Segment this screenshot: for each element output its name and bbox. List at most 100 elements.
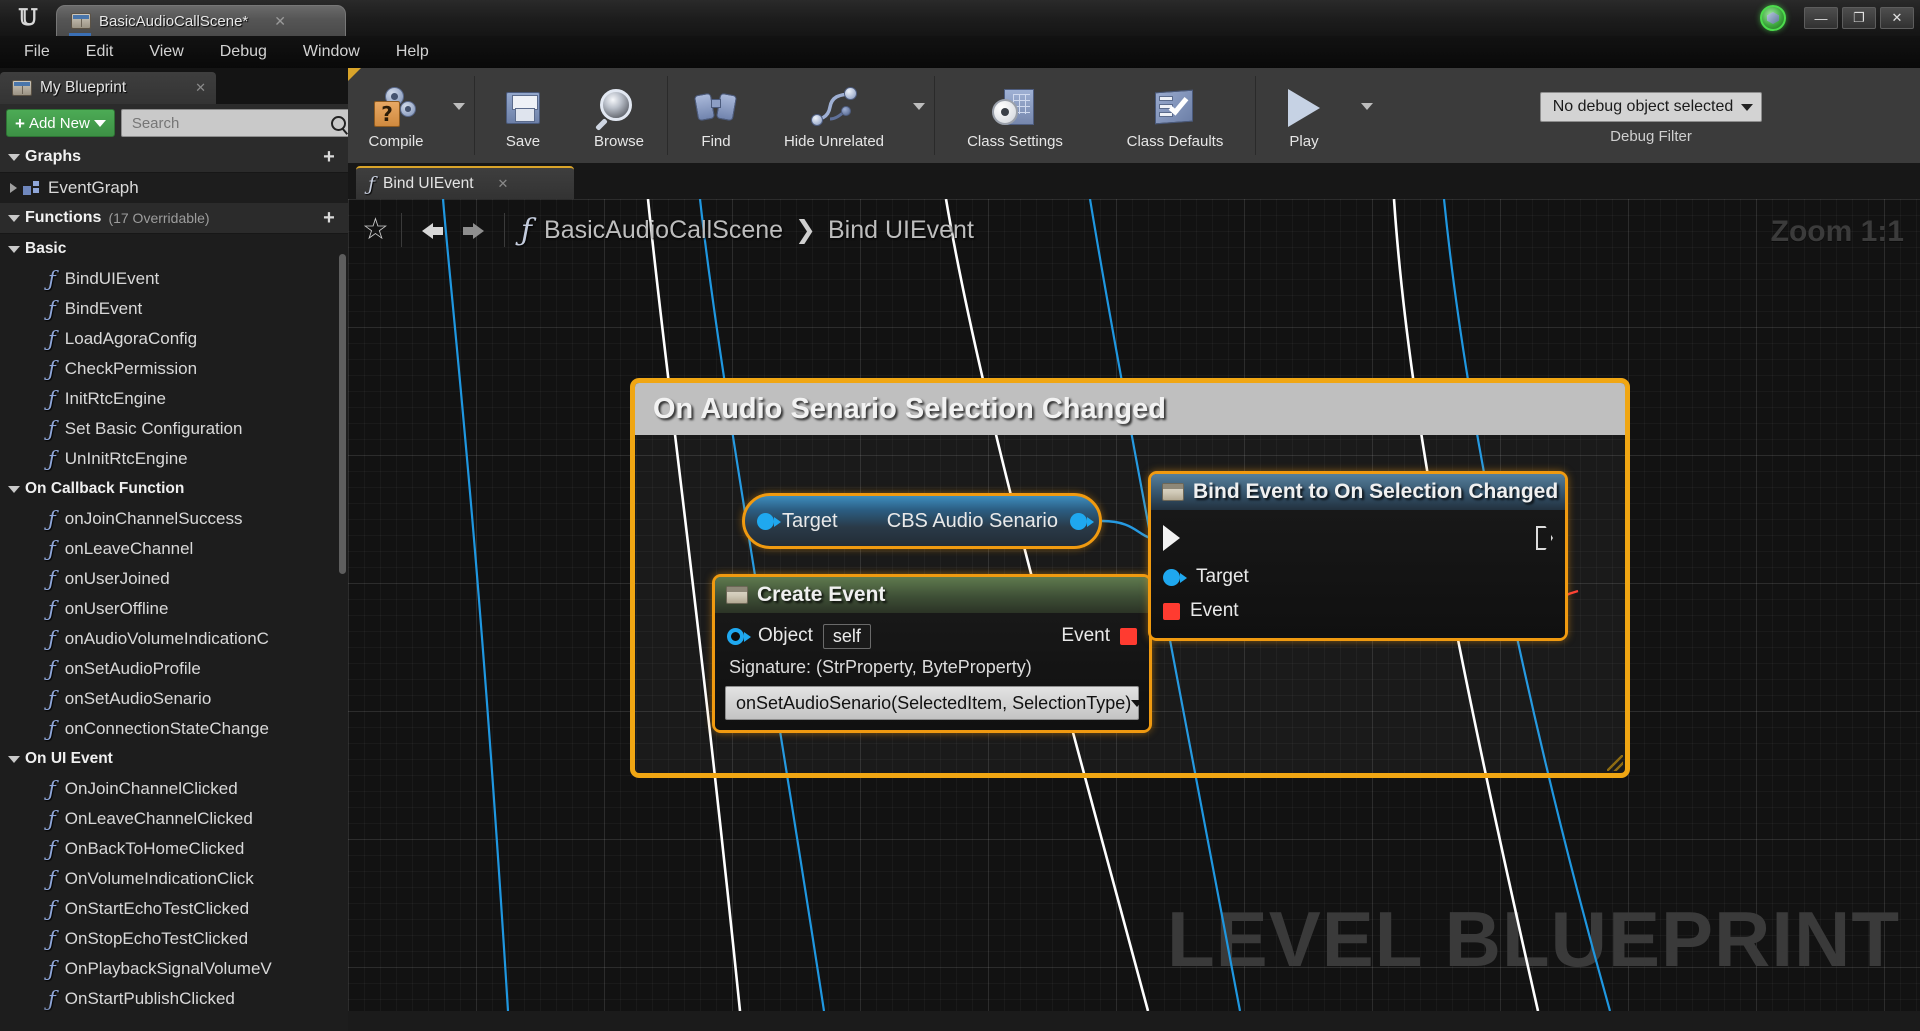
tree-function-uninitrtcengine[interactable]: ƒ UnInitRtcEngine: [0, 444, 348, 474]
add-new-button[interactable]: + Add New: [6, 109, 115, 137]
menu-item-edit[interactable]: Edit: [68, 39, 132, 65]
function-icon: ƒ: [48, 987, 56, 1011]
chevron-right-icon[interactable]: [10, 183, 17, 193]
tree-function-bindevent[interactable]: ƒ BindEvent: [0, 294, 348, 324]
nav-back-arrow-icon[interactable]: [414, 215, 452, 245]
document-tab[interactable]: BasicAudioCallScene* ✕: [56, 5, 346, 36]
search-input[interactable]: [131, 114, 331, 132]
event-graph-icon: [23, 181, 40, 195]
tree-function-onsetaudioprofile[interactable]: ƒ onSetAudioProfile: [0, 654, 348, 684]
menu-item-view[interactable]: View: [131, 39, 201, 65]
create-event-function-select[interactable]: onSetAudioSenario(SelectedItem, Selectio…: [725, 686, 1144, 720]
tree-function-onjoinchannelsuccess[interactable]: ƒ onJoinChannelSuccess: [0, 504, 348, 534]
event-node-icon: [1162, 483, 1184, 501]
tree-function-onleavechannel[interactable]: ƒ onLeaveChannel: [0, 534, 348, 564]
node-output-pin-value[interactable]: CBS Audio Senario: [887, 510, 1094, 533]
function-icon: ƒ: [48, 957, 56, 981]
save-button[interactable]: Save: [475, 68, 571, 163]
debug-object-select[interactable]: No debug object selected: [1539, 92, 1763, 122]
breadcrumb-current[interactable]: Bind UIEvent: [828, 216, 974, 245]
close-icon[interactable]: ✕: [274, 13, 286, 30]
tree-function-loadagoraconfig[interactable]: ƒ LoadAgoraConfig: [0, 324, 348, 354]
tree-function-set-basic-configuration[interactable]: ƒ Set Basic Configuration: [0, 414, 348, 444]
menu-item-window[interactable]: Window: [285, 39, 378, 65]
close-icon[interactable]: ✕: [195, 80, 206, 96]
object-pin-icon[interactable]: [727, 627, 751, 645]
bookmark-star-icon[interactable]: ☆: [362, 215, 389, 245]
tree-function-onbacktohomeclicked[interactable]: ƒ OnBackToHomeClicked: [0, 834, 348, 864]
tree-function-onleavechannelclicked[interactable]: ƒ OnLeaveChannelClicked: [0, 804, 348, 834]
tree-item-eventgraph[interactable]: EventGraph: [0, 173, 348, 203]
add-icon[interactable]: +: [318, 207, 340, 229]
compile-label: Compile: [368, 133, 424, 150]
chevron-down-icon: [8, 214, 20, 222]
compile-dropdown-arrow[interactable]: [444, 68, 474, 163]
delegate-pin-icon[interactable]: [1120, 627, 1137, 645]
tree-function-onaudiovolumeindicationc[interactable]: ƒ onAudioVolumeIndicationC: [0, 624, 348, 654]
tab-bind-uievent[interactable]: ƒ Bind UIEvent ✕: [356, 166, 574, 199]
menu-item-debug[interactable]: Debug: [202, 39, 285, 65]
add-icon[interactable]: +: [318, 146, 340, 168]
nav-forward-arrow-icon[interactable]: [454, 215, 492, 245]
restore-button[interactable]: ❐: [1842, 7, 1876, 29]
add-new-label: Add New: [28, 114, 90, 132]
tree-category-on-ui-event[interactable]: On UI Event: [0, 744, 348, 774]
hide-unrelated-button[interactable]: Hide Unrelated: [764, 68, 904, 163]
function-icon: ƒ: [48, 417, 56, 441]
tree-function-onjoinchannelclicked[interactable]: ƒ OnJoinChannelClicked: [0, 774, 348, 804]
tree-function-binduievent[interactable]: ƒ BindUIEvent: [0, 264, 348, 294]
tree-function-checkpermission[interactable]: ƒ CheckPermission: [0, 354, 348, 384]
comment-resize-handle[interactable]: [1607, 755, 1623, 771]
blueprint-tree[interactable]: Graphs + EventGraph Functions (17 Overridabl…: [0, 142, 348, 1031]
node-create-event[interactable]: Create Event Object self Event Signature…: [712, 574, 1152, 733]
tree-function-onsetaudiosenario[interactable]: ƒ onSetAudioSenario: [0, 684, 348, 714]
tab-my-blueprint[interactable]: My Blueprint ✕: [0, 72, 216, 104]
unreal-status-orb-icon[interactable]: [1760, 5, 1786, 31]
class-defaults-button[interactable]: Class Defaults: [1095, 68, 1255, 163]
exec-input-pin-icon[interactable]: [1163, 525, 1180, 551]
node-cbs-audio-senario-getter[interactable]: Target CBS Audio Senario: [742, 493, 1102, 549]
tree-scrollbar[interactable]: [339, 254, 346, 574]
tree-function-onuseroffline[interactable]: ƒ onUserOffline: [0, 594, 348, 624]
object-value-self[interactable]: self: [822, 623, 871, 649]
close-button[interactable]: ✕: [1880, 7, 1914, 29]
tree-section-graphs[interactable]: Graphs +: [0, 142, 348, 173]
tree-function-onstartpublishclicked[interactable]: ƒ OnStartPublishClicked: [0, 984, 348, 1014]
tree-function-onuserjoined[interactable]: ƒ onUserJoined: [0, 564, 348, 594]
find-button[interactable]: Find: [668, 68, 764, 163]
toolbar-group-compile: ? Compile: [348, 68, 474, 163]
play-button[interactable]: Play: [1256, 68, 1352, 163]
tree-category-on-callback-function[interactable]: On Callback Function: [0, 474, 348, 504]
tree-function-onplaybacksignalvolumev[interactable]: ƒ OnPlaybackSignalVolumeV: [0, 954, 348, 984]
tree-category-basic[interactable]: Basic: [0, 234, 348, 264]
close-icon[interactable]: ✕: [498, 176, 509, 192]
object-pin-icon[interactable]: [1070, 512, 1094, 530]
breadcrumb-root[interactable]: BasicAudioCallScene: [544, 216, 783, 245]
tree-function-initrtcengine[interactable]: ƒ InitRtcEngine: [0, 384, 348, 414]
object-pin-icon[interactable]: [1163, 568, 1187, 586]
play-dropdown-arrow[interactable]: [1352, 68, 1382, 163]
exec-output-pin-icon[interactable]: [1536, 526, 1553, 550]
tree-section-functions[interactable]: Functions (17 Overridable) +: [0, 203, 348, 234]
tree-category-label: On Callback Function: [25, 480, 185, 497]
event-node-icon: [726, 586, 748, 604]
class-settings-button[interactable]: Class Settings: [935, 68, 1095, 163]
class-defaults-clipboard-icon: [1149, 85, 1201, 129]
browse-button[interactable]: Browse: [571, 68, 667, 163]
blueprint-graph-canvas[interactable]: LEVEL BLUEPRINT On Audio Senario Selecti…: [348, 199, 1920, 1011]
comment-node-header[interactable]: On Audio Senario Selection Changed: [635, 383, 1625, 435]
node-bind-event-to-on-selection-changed[interactable]: Bind Event to On Selection Changed Targe…: [1148, 471, 1568, 641]
menu-item-help[interactable]: Help: [378, 39, 447, 65]
object-pin-icon[interactable]: [757, 512, 781, 530]
tree-function-onconnectionstatechange[interactable]: ƒ onConnectionStateChange: [0, 714, 348, 744]
tree-function-onstartechotestclicked[interactable]: ƒ OnStartEchoTestClicked: [0, 894, 348, 924]
menu-item-file[interactable]: File: [6, 39, 68, 65]
compile-button[interactable]: ? Compile: [348, 68, 444, 163]
minimize-button[interactable]: —: [1804, 7, 1838, 29]
tree-function-onvolumeindicationclick[interactable]: ƒ OnVolumeIndicationClick: [0, 864, 348, 894]
delegate-pin-icon[interactable]: [1163, 602, 1180, 620]
node-input-pin-target[interactable]: Target: [757, 510, 838, 533]
search-input-wrapper[interactable]: [120, 109, 353, 137]
tree-function-onstopechotestclicked[interactable]: ƒ OnStopEchoTestClicked: [0, 924, 348, 954]
hide-unrelated-dropdown-arrow[interactable]: [904, 68, 934, 163]
